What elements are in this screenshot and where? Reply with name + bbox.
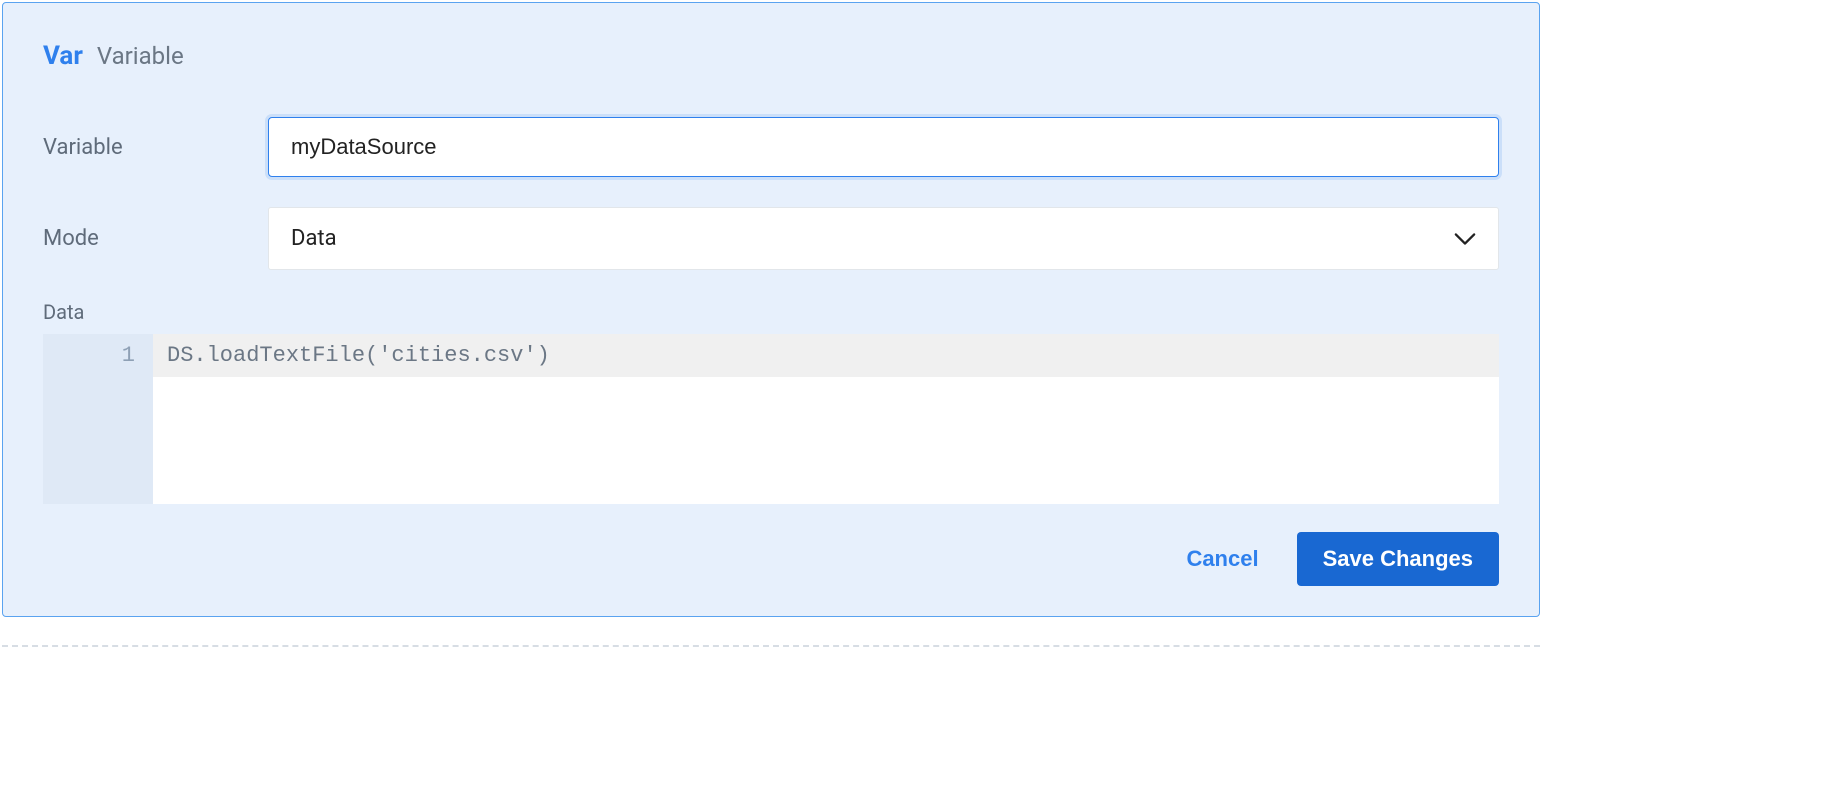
chevron-down-icon xyxy=(1454,232,1476,246)
panel-header: Var Variable xyxy=(43,41,1499,71)
code-editor[interactable]: 1 DS.loadTextFile('cities.csv') xyxy=(43,334,1499,504)
dashed-separator xyxy=(2,645,1540,669)
variable-label: Variable xyxy=(43,135,268,160)
variable-row: Variable xyxy=(43,117,1499,177)
variable-editor-panel: Var Variable Variable Mode Data Data xyxy=(2,2,1540,617)
footer-actions: Cancel Save Changes xyxy=(43,532,1499,586)
variable-name-input[interactable] xyxy=(268,117,1499,177)
mode-select[interactable]: Data xyxy=(268,207,1499,270)
node-type-subtitle: Variable xyxy=(97,42,184,70)
data-section-label: Data xyxy=(43,300,1499,324)
code-line[interactable]: DS.loadTextFile('cities.csv') xyxy=(153,334,1499,377)
mode-label: Mode xyxy=(43,226,268,251)
save-changes-button[interactable]: Save Changes xyxy=(1297,532,1499,586)
node-type-tag: Var xyxy=(43,41,83,71)
code-gutter: 1 xyxy=(43,334,153,504)
gutter-line-number: 1 xyxy=(47,338,135,373)
mode-select-value: Data xyxy=(291,226,337,251)
code-body[interactable]: DS.loadTextFile('cities.csv') xyxy=(153,334,1499,504)
mode-row: Mode Data xyxy=(43,207,1499,270)
cancel-button[interactable]: Cancel xyxy=(1182,536,1262,582)
